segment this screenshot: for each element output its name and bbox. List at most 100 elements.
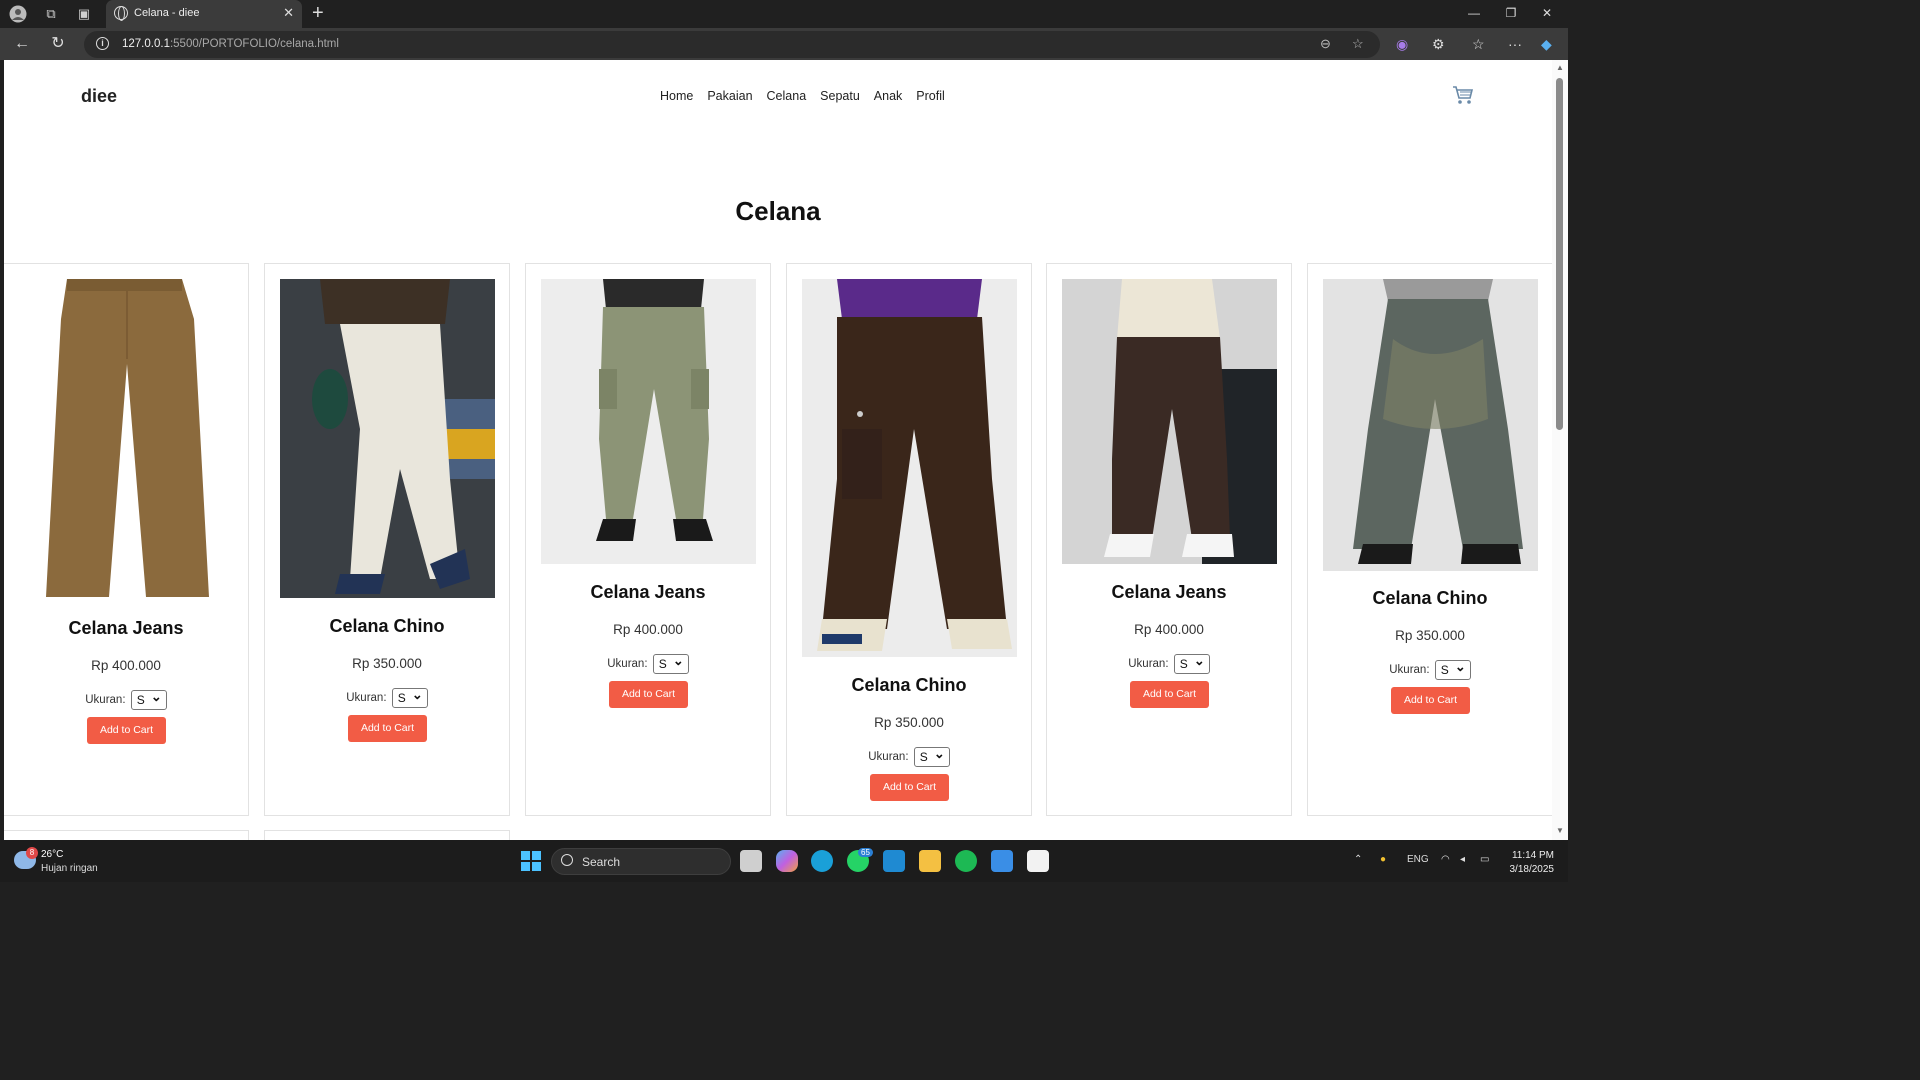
product-image[interactable] bbox=[280, 279, 495, 598]
size-label: Ukuran: bbox=[85, 694, 126, 707]
site-logo[interactable]: diee bbox=[81, 86, 117, 107]
volume-icon[interactable]: ◂ bbox=[1460, 854, 1465, 865]
product-image[interactable] bbox=[1323, 279, 1538, 571]
extensions-icon[interactable]: ⚙ bbox=[1432, 36, 1445, 53]
refresh-icon[interactable]: ↻ bbox=[48, 34, 68, 54]
language-indicator[interactable]: ENG bbox=[1407, 854, 1429, 865]
favorite-star-icon[interactable]: ☆ bbox=[1352, 36, 1364, 52]
add-to-cart-button[interactable]: Add to Cart bbox=[348, 715, 427, 742]
nav-celana[interactable]: Celana bbox=[767, 89, 807, 103]
taskbar-search[interactable]: Search bbox=[551, 848, 731, 875]
page-title: Celana bbox=[735, 196, 821, 226]
onedrive-icon[interactable]: ● bbox=[1380, 854, 1386, 865]
page-scrollbar[interactable]: ▲ ▼ bbox=[1552, 60, 1568, 840]
size-select[interactable]: S bbox=[652, 652, 689, 674]
workspaces-icon[interactable]: ⧉ bbox=[42, 5, 60, 23]
copilot-app-icon[interactable] bbox=[776, 850, 798, 872]
clock-time: 11:14 PM bbox=[1511, 850, 1554, 861]
product-price: Rp 350.000 bbox=[874, 715, 944, 730]
copilot-extension-icon[interactable]: ◉ bbox=[1396, 36, 1408, 53]
temperature: 26°C bbox=[41, 849, 64, 860]
product-name: Celana Jeans bbox=[68, 618, 184, 638]
minimize-icon[interactable]: — bbox=[1464, 6, 1484, 20]
size-select[interactable]: S bbox=[913, 745, 950, 767]
search-label: Search bbox=[582, 855, 621, 869]
product-card: Celana Chino Rp 350.000 Ukuran: S Add to… bbox=[1307, 263, 1552, 816]
taskbar: 8 26°C Hujan ringan Search 65 ⌃ ● ENG ◠ … bbox=[0, 840, 1568, 882]
favorites-icon[interactable]: ☆ bbox=[1472, 36, 1485, 53]
product-image[interactable] bbox=[541, 279, 756, 564]
more-menu-icon[interactable]: ··· bbox=[1508, 36, 1522, 52]
size-select[interactable]: S bbox=[1434, 658, 1471, 680]
vertical-tabs-icon[interactable]: ▣ bbox=[75, 5, 93, 23]
edge-app-icon[interactable] bbox=[811, 850, 833, 872]
weather-badge: 8 bbox=[26, 847, 38, 859]
add-to-cart-button[interactable]: Add to Cart bbox=[1130, 681, 1209, 708]
size-label: Ukuran: bbox=[868, 751, 909, 764]
nav-sepatu[interactable]: Sepatu bbox=[820, 89, 860, 103]
product-price: Rp 400.000 bbox=[613, 622, 683, 637]
close-window-icon[interactable]: ✕ bbox=[1537, 6, 1557, 20]
url-text[interactable]: 127.0.0.1:5500/PORTOFOLIO/celana.html bbox=[122, 38, 339, 50]
clock-date: 3/18/2025 bbox=[1509, 864, 1555, 875]
wifi-icon[interactable]: ◠ bbox=[1441, 854, 1450, 865]
product-image[interactable] bbox=[19, 279, 234, 599]
scroll-down-icon[interactable]: ▼ bbox=[1556, 826, 1564, 835]
system-clock[interactable]: 11:14 PM 3/18/2025 bbox=[1502, 849, 1555, 877]
product-name: Celana Jeans bbox=[1111, 582, 1227, 602]
scroll-up-icon[interactable]: ▲ bbox=[1556, 63, 1564, 72]
size-label: Ukuran: bbox=[346, 692, 387, 705]
product-card: Celana Chino Rp 350.000 Ukuran: S Add to… bbox=[786, 263, 1032, 816]
product-card: Celana Jeans Rp 400.000 Ukuran: S Add to… bbox=[525, 263, 771, 816]
size-selector: Ukuran: S bbox=[787, 745, 1031, 767]
size-select[interactable]: S bbox=[130, 688, 167, 710]
size-selector: Ukuran: S bbox=[265, 686, 509, 708]
copilot-icon[interactable]: ◆ bbox=[1541, 36, 1552, 53]
size-label: Ukuran: bbox=[1128, 658, 1169, 671]
product-name: Celana Jeans bbox=[590, 582, 706, 602]
add-to-cart-button[interactable]: Add to Cart bbox=[87, 717, 166, 744]
product-image[interactable] bbox=[802, 279, 1017, 657]
close-tab-icon[interactable]: ✕ bbox=[283, 5, 294, 21]
add-to-cart-button[interactable]: Add to Cart bbox=[870, 774, 949, 801]
profile-icon[interactable] bbox=[9, 5, 27, 23]
product-name: Celana Chino bbox=[329, 616, 445, 636]
notepad-app-icon[interactable] bbox=[991, 850, 1013, 872]
nav-profil[interactable]: Profil bbox=[916, 89, 944, 103]
browser-titlebar: ⧉ ▣ Celana - diee ✕ + — ❐ ✕ bbox=[0, 0, 1568, 28]
size-select[interactable]: S bbox=[391, 686, 428, 708]
nav-home[interactable]: Home bbox=[660, 89, 693, 103]
product-card bbox=[264, 830, 510, 840]
scrollbar-thumb[interactable] bbox=[1556, 78, 1563, 430]
restore-icon[interactable]: ❐ bbox=[1501, 6, 1521, 20]
size-selector: Ukuran: S bbox=[1308, 658, 1552, 680]
add-to-cart-button[interactable]: Add to Cart bbox=[609, 681, 688, 708]
site-info-icon[interactable]: i bbox=[96, 37, 109, 50]
whatsapp-badge: 65 bbox=[858, 848, 873, 857]
nav-pakaian[interactable]: Pakaian bbox=[707, 89, 752, 103]
product-name: Celana Chino bbox=[851, 675, 967, 695]
back-icon[interactable]: ← bbox=[12, 34, 32, 54]
product-image[interactable] bbox=[1062, 279, 1277, 564]
size-selector: Ukuran: S bbox=[1047, 652, 1291, 674]
add-to-cart-button[interactable]: Add to Cart bbox=[1391, 687, 1470, 714]
zoom-icon[interactable]: ⊖ bbox=[1320, 36, 1331, 52]
url-bar[interactable]: i 127.0.0.1:5500/PORTOFOLIO/celana.html … bbox=[84, 31, 1380, 58]
nav-anak[interactable]: Anak bbox=[874, 89, 903, 103]
notion-app-icon[interactable] bbox=[1027, 850, 1049, 872]
file-explorer-icon[interactable] bbox=[919, 850, 941, 872]
tab-celana[interactable]: Celana - diee ✕ bbox=[106, 0, 302, 28]
address-toolbar: ← ↻ i 127.0.0.1:5500/PORTOFOLIO/celana.h… bbox=[0, 28, 1568, 60]
task-view-icon[interactable] bbox=[740, 850, 762, 872]
cart-icon[interactable] bbox=[1452, 84, 1474, 106]
windows-start-icon[interactable] bbox=[520, 850, 542, 872]
battery-icon[interactable]: ▭ bbox=[1480, 854, 1489, 865]
tab-title: Celana - diee bbox=[134, 7, 200, 19]
spotify-app-icon[interactable] bbox=[955, 850, 977, 872]
product-price: Rp 350.000 bbox=[1395, 628, 1465, 643]
tray-overflow-icon[interactable]: ⌃ bbox=[1354, 854, 1362, 865]
product-card bbox=[4, 830, 249, 840]
new-tab-icon[interactable]: + bbox=[312, 2, 324, 25]
vscode-app-icon[interactable] bbox=[883, 850, 905, 872]
size-select[interactable]: S bbox=[1173, 652, 1210, 674]
